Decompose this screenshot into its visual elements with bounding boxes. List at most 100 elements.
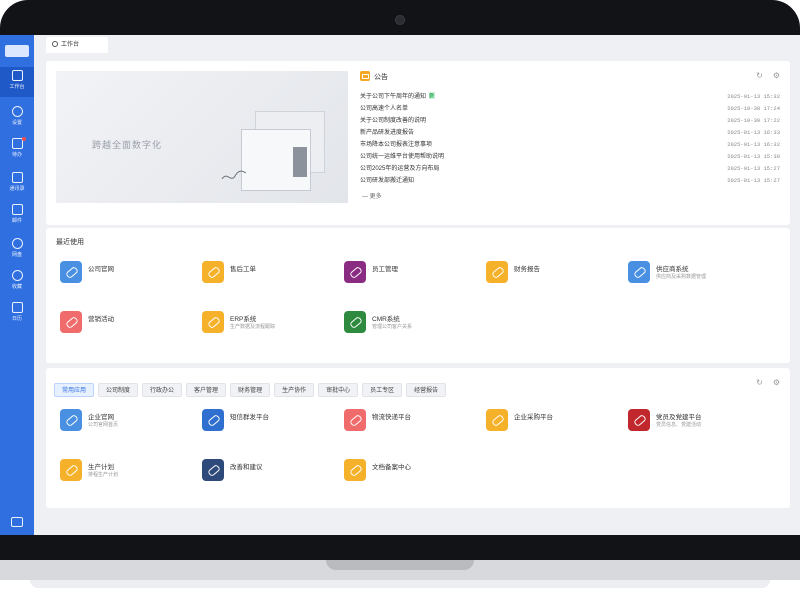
category-tab[interactable]: 常用应用 [54, 383, 95, 397]
notice-tools: ↻ ⚙ [746, 71, 780, 80]
notice-date: 2025-01-13 15:32 [727, 93, 780, 100]
tab-label: 工作台 [61, 42, 80, 48]
app-tile[interactable]: CMR系统 管理公司客户关系 [340, 306, 490, 346]
sidebar-item-drive[interactable]: 网盘 [0, 235, 34, 265]
notice-date: 2025-10-30 17:24 [727, 105, 780, 112]
heart-icon [60, 409, 82, 431]
notice-item[interactable]: 关于公司下午周年的通知新 2025-01-13 15:32 [360, 91, 780, 103]
refresh-icon[interactable]: ↻ [756, 378, 763, 387]
gear-icon[interactable]: ⚙ [773, 378, 780, 387]
app-tile[interactable]: 企业采购平台 [482, 404, 632, 444]
link-icon [344, 459, 366, 481]
notice-header: 公告 [360, 71, 388, 82]
notice-date: 2025-01-13 16:32 [727, 141, 780, 148]
new-badge: 新 [429, 94, 436, 100]
sidebar-item-contacts[interactable]: 通讯录 [0, 169, 34, 199]
app-tile[interactable]: 短信群发平台 [198, 404, 348, 444]
app-name: 企业官网 [88, 414, 114, 421]
more-link[interactable]: — 更多 [362, 191, 382, 200]
heart-icon [628, 261, 650, 283]
tab-bar: 工作台 [34, 35, 800, 53]
laptop-mockup: 工作台 设置 待办 通讯录 邮件 网盘 收藏 日历 工作台 跨越全面数字化 公告… [0, 0, 800, 600]
category-tab[interactable]: 经营报告 [406, 383, 447, 397]
sidebar-item-favorites[interactable]: 收藏 [0, 267, 34, 297]
app-tile[interactable]: 供应商系统 供应商及采购数据管理 [624, 256, 774, 296]
sidebar-item-label: 日历 [11, 316, 22, 322]
category-tab[interactable]: 行政办公 [142, 383, 183, 397]
notice-item-title: 公司高速个人名单 [360, 106, 409, 112]
gear-icon[interactable]: ⚙ [773, 71, 780, 80]
notice-item[interactable]: 新产品研发进度报告 2025-01-13 16:33 [360, 127, 780, 139]
notice-item[interactable]: 公司高速个人名单 2025-10-30 17:24 [360, 103, 780, 115]
app-name: 售后工单 [230, 266, 256, 273]
app-name: ERP系统 [230, 316, 257, 323]
category-tab[interactable]: 公司制度 [98, 383, 139, 397]
refresh-icon[interactable]: ↻ [756, 71, 763, 80]
category-tab[interactable]: 审批中心 [318, 383, 359, 397]
app-name: 供应商系统 [656, 266, 689, 273]
notice-item[interactable]: 公司统一运维平台使用帮助说明 2025-01-13 15:30 [360, 151, 780, 163]
calendar-icon [11, 302, 23, 313]
app-tile[interactable]: ERP系统 生产数据及流程跟踪 [198, 306, 348, 346]
app-tile[interactable]: 财务报告 [482, 256, 632, 296]
app-tile[interactable]: 生产计划 排程生产计划 [56, 454, 206, 494]
sidebar-item-workbench[interactable]: 工作台 [0, 67, 34, 97]
category-tab[interactable]: 财务管理 [230, 383, 271, 397]
banner-image: 跨越全面数字化 [56, 71, 348, 203]
app-tile[interactable]: 员工管理 [340, 256, 490, 296]
app-name: 营销活动 [88, 316, 114, 323]
sidebar-item-label: 邮件 [11, 218, 22, 224]
laptop-shadow [30, 580, 770, 588]
sidebar-item-settings[interactable]: 设置 [0, 103, 34, 133]
sidebar-item-mail[interactable]: 邮件 [0, 201, 34, 231]
app-tile[interactable]: 改善和建议 [198, 454, 348, 494]
sidebar-item-label: 通讯录 [9, 186, 25, 192]
app-tile[interactable]: 营销活动 [56, 306, 206, 346]
link-icon [344, 409, 366, 431]
notice-item[interactable]: 市场降本公司报表注意事项 2025-01-13 16:32 [360, 139, 780, 151]
app-screen: 工作台 设置 待办 通讯录 邮件 网盘 收藏 日历 工作台 跨越全面数字化 公告… [0, 35, 800, 535]
app-name: 企业采购平台 [514, 414, 553, 421]
category-tab[interactable]: 生产协作 [274, 383, 315, 397]
heart-icon [11, 270, 23, 281]
recent-card: 最近使用 公司官网 售后工单 员工管理 财务报告 供应商系统 供应商及采购数据管… [46, 228, 790, 363]
sidebar: 工作台 设置 待办 通讯录 邮件 网盘 收藏 日历 [0, 35, 34, 535]
contacts-icon [11, 172, 23, 183]
cloud-icon [11, 238, 23, 249]
link-icon [60, 311, 82, 333]
sidebar-item-label: 收藏 [11, 284, 22, 290]
category-tabs: 常用应用 公司制度 行政办公 客户管理 财务管理 生产协作 审批中心 员工专区 经营报告 [54, 379, 450, 397]
app-name: 物流快递平台 [372, 414, 411, 421]
sidebar-item-calendar[interactable]: 日历 [0, 299, 34, 329]
app-tile[interactable]: 公司官网 [56, 256, 206, 296]
category-tab[interactable]: 客户管理 [186, 383, 227, 397]
sidebar-item-todo[interactable]: 待办 [0, 135, 34, 165]
sidebar-item-label: 网盘 [11, 252, 22, 258]
app-name: 改善和建议 [230, 464, 263, 471]
app-tile[interactable]: 物流快递平台 [340, 404, 490, 444]
app-tile[interactable]: 企业官网 公司官网首页 [56, 404, 206, 444]
link-icon [202, 261, 224, 283]
notice-date: 2025-01-13 16:33 [727, 129, 780, 136]
category-tab[interactable]: 员工专区 [362, 383, 403, 397]
app-tile[interactable]: 售后工单 [198, 256, 348, 296]
app-name: 员工管理 [372, 266, 398, 273]
desktop-icon [11, 70, 23, 81]
notice-item[interactable]: 公司2025年的运营及方向布局 2025-01-13 15:27 [360, 163, 780, 175]
notice-item[interactable]: 关于公司制度改善的说明 2025-10-30 17:22 [360, 115, 780, 127]
tab-workbench[interactable]: 工作台 [46, 37, 108, 53]
notice-date: 2025-10-30 17:22 [727, 117, 780, 124]
app-tile[interactable]: 党员及党建平台 党员信息、党建活动 [624, 404, 774, 444]
link-icon [202, 459, 224, 481]
notice-item[interactable]: 公司研发部搬迁通知 2025-01-13 15:27 [360, 175, 780, 187]
notice-item-title: 市场降本公司报表注意事项 [360, 142, 433, 148]
app-desc: 管理公司客户关系 [372, 324, 413, 330]
sidebar-item-label: 工作台 [9, 84, 25, 90]
app-name: 公司官网 [88, 266, 114, 273]
settings-icon [11, 106, 23, 117]
notice-item-title: 关于公司制度改善的说明 [360, 118, 427, 124]
chat-icon[interactable] [11, 517, 23, 527]
app-tile[interactable]: 文档备案中心 [340, 454, 490, 494]
link-icon [202, 409, 224, 431]
app-desc: 供应商及采购数据管理 [656, 274, 707, 280]
